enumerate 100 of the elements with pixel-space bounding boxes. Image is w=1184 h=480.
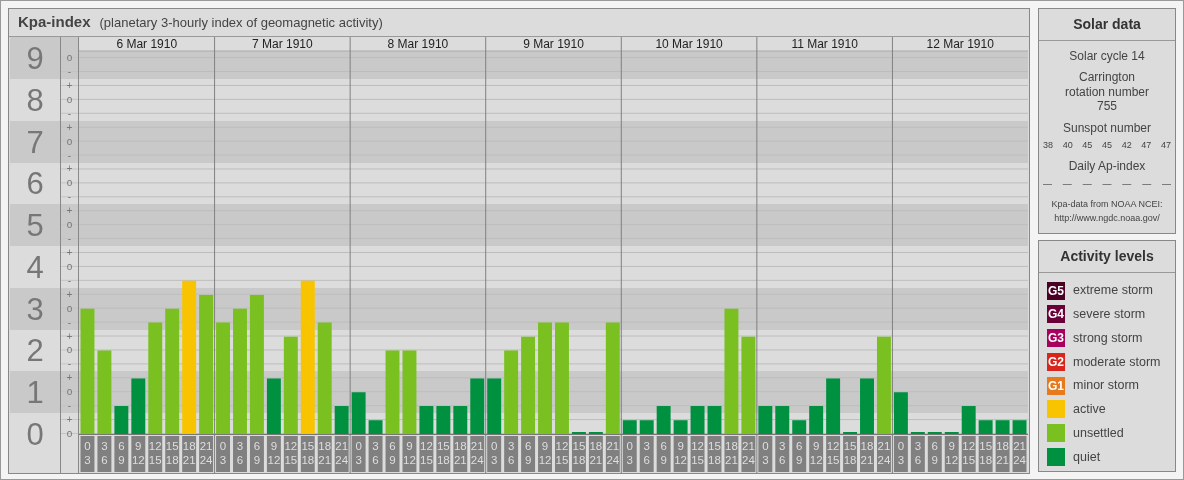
sub-level-label: -: [67, 107, 72, 119]
level-swatch: G3: [1047, 329, 1065, 348]
time-label: 6 9: [927, 436, 942, 472]
kp-bar: [419, 406, 434, 434]
x-tick-label: 3 6: [507, 440, 515, 466]
kp-bar: [860, 378, 874, 434]
kp-level-label: 5: [26, 208, 44, 244]
kp-bar: [893, 392, 908, 434]
x-tick-label: 6 9: [118, 440, 125, 466]
kp-bar: [792, 420, 807, 434]
x-tick-label: 0 3: [897, 440, 905, 466]
kp-bar: [487, 378, 502, 434]
time-label: 12 15: [283, 436, 298, 472]
sub-level-label: +: [66, 205, 73, 217]
x-tick-label: 18 21: [182, 440, 196, 466]
date-label: 6 Mar 1910: [116, 37, 178, 51]
time-label: 12 15: [961, 436, 976, 472]
time-label: 15 18: [978, 436, 993, 472]
x-tick-label: 6 9: [660, 440, 667, 466]
sub-level-label: -: [67, 274, 72, 286]
time-label: 21 24: [741, 436, 756, 472]
sub-level-label: -: [67, 149, 72, 161]
time-label: 6 9: [385, 436, 400, 472]
x-tick-label: 0 3: [762, 440, 769, 466]
time-label: 18 21: [182, 436, 197, 472]
x-tick-label: 15 18: [979, 440, 993, 466]
ap-index-value: —: [1082, 177, 1092, 191]
level-label: quiet: [1073, 448, 1101, 466]
x-tick-label: 3 6: [236, 440, 244, 466]
level-label: strong storm: [1073, 329, 1143, 347]
date-label: 10 Mar 1910: [655, 37, 723, 51]
kp-bar: [1012, 420, 1027, 434]
time-label: 18 21: [317, 436, 332, 472]
sub-level-label: -: [67, 191, 72, 203]
x-tick-label: 3 6: [779, 440, 786, 466]
kp-level-label: 0: [26, 417, 44, 452]
kp-level-label: 2: [26, 333, 44, 369]
time-label: 15 18: [843, 436, 858, 472]
sunspot-value: 47: [1160, 138, 1171, 152]
source-url: http://www.ngdc.noaa.gov/: [1054, 211, 1160, 225]
kp-bar: [470, 378, 485, 434]
date-label: 11 Mar 1910: [791, 37, 858, 51]
time-label: 12 15: [690, 436, 705, 472]
time-label: 0 3: [758, 436, 773, 472]
x-tick-label: 0 3: [84, 440, 91, 466]
sub-level-label: o: [66, 260, 73, 272]
kp-bar: [826, 378, 841, 434]
x-tick-label: 21 24: [606, 440, 620, 466]
time-label: 21 24: [605, 436, 620, 472]
x-tick-label: 12 15: [555, 440, 569, 466]
kp-bar: [114, 406, 129, 434]
time-label: 6 9: [521, 436, 536, 472]
time-label: 0 3: [216, 436, 230, 472]
kp-bar: [995, 420, 1010, 434]
sub-level-label: +: [66, 79, 73, 91]
x-tick-label: 15 18: [708, 440, 721, 466]
sub-level-label: o: [66, 93, 73, 105]
sub-level-label: +: [66, 121, 73, 133]
ap-index-value: —: [1043, 177, 1052, 191]
time-label: 0 3: [487, 436, 502, 472]
time-label: 0 3: [622, 436, 637, 472]
x-tick-label: 15 18: [436, 440, 450, 466]
time-label: 6 9: [249, 436, 264, 472]
solar-cycle-text: Solar cycle 14: [1069, 49, 1145, 64]
kp-bar: [622, 420, 637, 434]
time-label: 12 15: [555, 436, 569, 472]
x-tick-label: 3 6: [643, 440, 650, 466]
panel-title: Activity levels: [1039, 241, 1175, 274]
x-tick-label: 21 24: [877, 440, 891, 466]
x-tick-label: 0 3: [355, 440, 362, 466]
x-tick-label: 6 9: [931, 440, 938, 466]
chart-subtitle: (planetary 3-hourly index of geomagnetic activity): [99, 13, 383, 32]
time-label: 21 24: [877, 436, 891, 472]
x-tick-label: 15 18: [301, 440, 315, 466]
x-tick-label: 9 12: [809, 440, 823, 466]
x-tick-label: 9 12: [131, 440, 145, 466]
time-label: 3 6: [910, 436, 925, 472]
x-tick-label: 21 24: [199, 440, 214, 466]
x-tick-label: 18 21: [860, 440, 874, 466]
level-swatch: G4: [1047, 305, 1065, 324]
time-label: 3 6: [97, 436, 112, 472]
kp-level-label: 3: [26, 291, 44, 327]
x-tick-label: 9 12: [674, 440, 687, 466]
kp-bar: [639, 420, 654, 434]
kp-bar: [436, 406, 451, 434]
time-label: 3 6: [368, 436, 383, 472]
level-swatch: G2: [1047, 352, 1065, 371]
x-tick-label: 12 15: [284, 440, 298, 466]
x-tick-label: 6 9: [389, 440, 396, 466]
kp-level-label: 9: [26, 41, 44, 77]
time-label: 3 6: [775, 436, 790, 472]
ap-index-value: —: [1102, 177, 1112, 191]
level-label: unsettled: [1073, 424, 1124, 442]
kp-level-label: 7: [26, 124, 44, 160]
sunspot-value: 47: [1141, 138, 1152, 152]
x-tick-label: 12 15: [148, 440, 162, 466]
date-label: 12 Mar 1910: [926, 37, 994, 51]
sub-level-label: +: [66, 414, 73, 426]
time-label: 9 12: [673, 436, 688, 472]
sub-level-label: -: [67, 66, 72, 77]
